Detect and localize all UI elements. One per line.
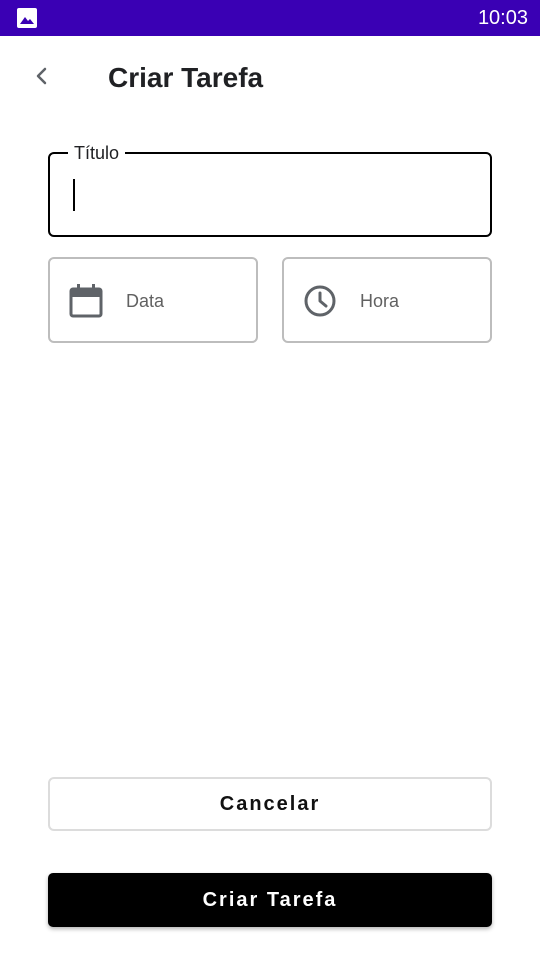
time-picker[interactable]: Hora: [282, 257, 492, 343]
calendar-icon: [68, 283, 104, 319]
image-icon: [16, 7, 38, 29]
title-field-label: Título: [68, 142, 126, 164]
page-title: Criar Tarefa: [108, 62, 264, 93]
date-picker-label: Data: [126, 291, 165, 311]
date-picker[interactable]: Data: [48, 257, 258, 343]
title-input[interactable]: [72, 178, 472, 214]
create-task-button[interactable]: Criar Tarefa: [48, 873, 492, 927]
chevron-left-icon: [32, 66, 52, 91]
status-time: 10:03: [477, 7, 528, 29]
status-bar: 10:03: [0, 0, 540, 36]
back-button[interactable]: [26, 62, 58, 94]
clock-icon: [302, 283, 338, 319]
cancel-button[interactable]: Cancelar: [48, 777, 492, 831]
create-task-button-label: Criar Tarefa: [202, 888, 338, 911]
title-field[interactable]: Título: [48, 142, 492, 237]
text-caret: [73, 179, 75, 211]
cancel-button-label: Cancelar: [219, 792, 321, 815]
time-picker-label: Hora: [360, 291, 400, 311]
